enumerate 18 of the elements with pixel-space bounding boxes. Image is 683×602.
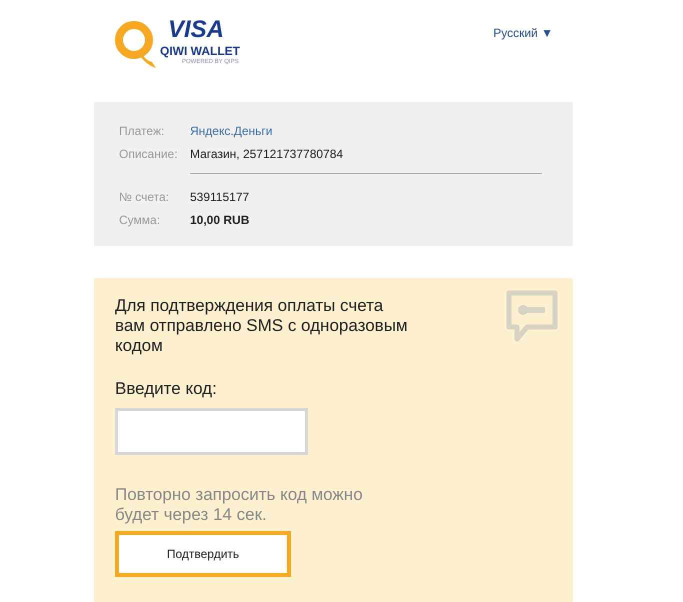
logo-product: QIWI WALLET <box>160 45 240 57</box>
chat-key-icon <box>505 289 559 343</box>
payee-link[interactable]: Яндекс.Деньги <box>190 122 272 140</box>
field-value: Магазин, 257121737780784 <box>190 146 344 162</box>
language-selector[interactable]: Русский ▼ <box>493 24 553 42</box>
sms-message: Для подтверждения оплаты счета вам отправлено SMS с одноразовым кодом <box>115 296 409 356</box>
field-value: 10,00 RUB <box>190 212 250 228</box>
code-label: Введите код: <box>115 378 218 400</box>
resend-note: Повторно запросить код можно будет через 14 сек. <box>115 484 364 524</box>
code-input-field[interactable] <box>115 408 308 454</box>
q-logo-icon <box>114 20 158 70</box>
field-label: Сумма: <box>119 212 162 228</box>
field-label: Платеж: <box>119 122 166 140</box>
confirm-button[interactable]: Подтвердить <box>115 530 291 576</box>
field-value: 539115177 <box>190 188 250 206</box>
field-label: Описание: <box>119 146 179 162</box>
logo-brand: VISA <box>168 18 226 42</box>
field-label: № счета: <box>119 188 170 206</box>
